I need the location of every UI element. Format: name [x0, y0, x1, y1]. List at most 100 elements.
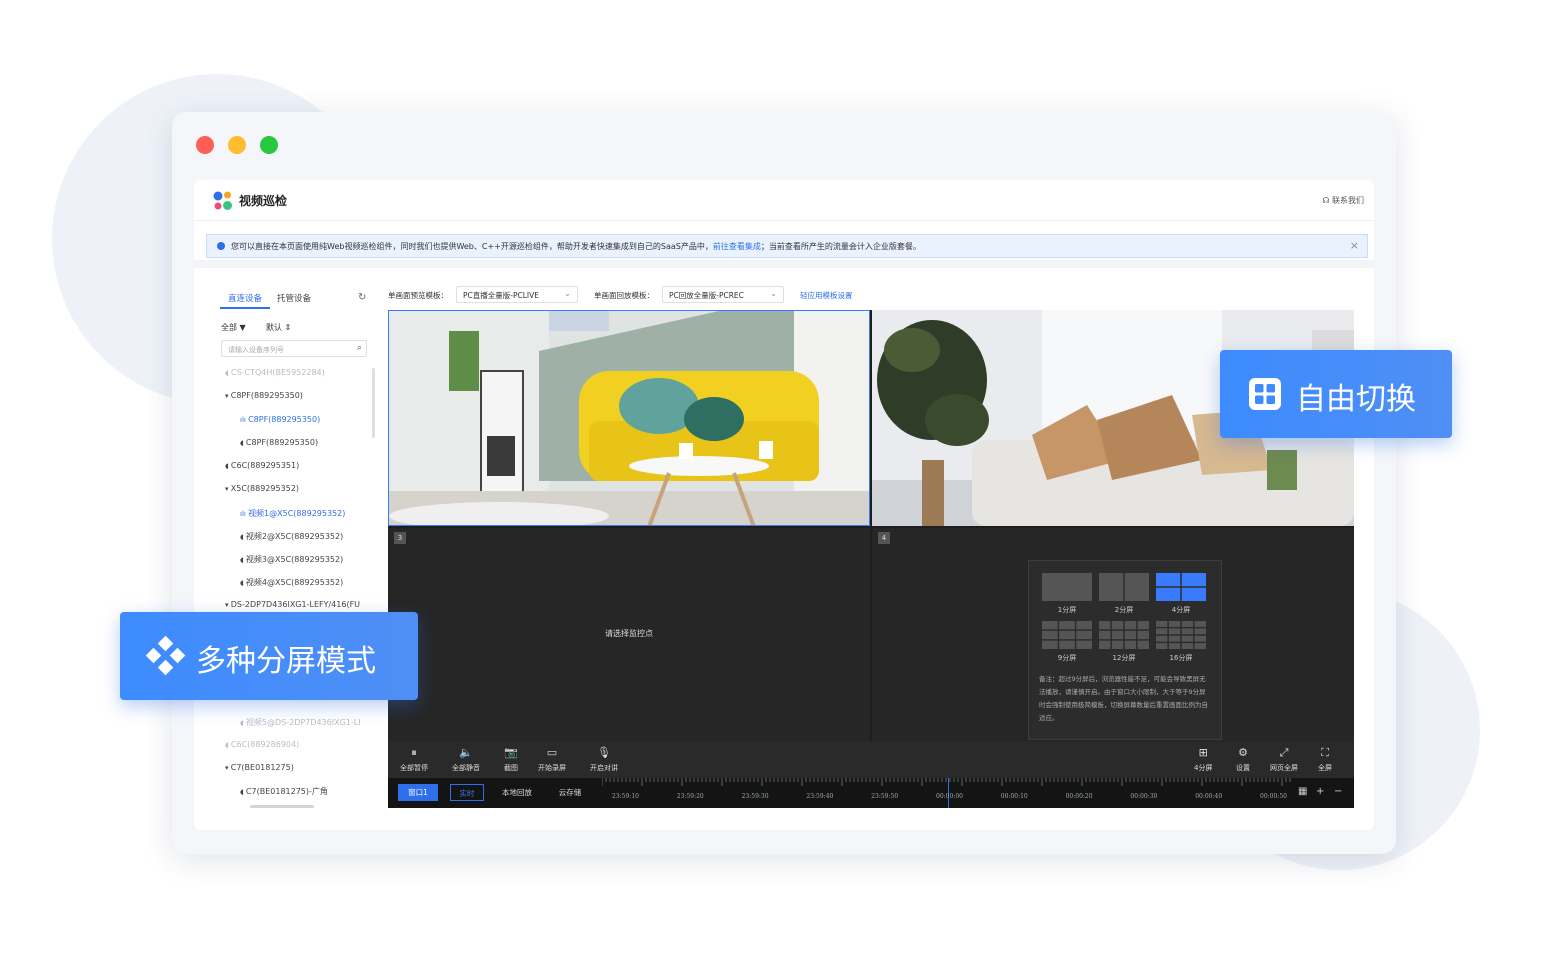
device-tree-item[interactable]: ▾ X5C(889295352) [225, 484, 299, 493]
timeline-time-label: 00:00:20 [1065, 793, 1093, 800]
sort-icon: ⇕ [284, 323, 292, 332]
video-cell-1[interactable] [388, 310, 870, 526]
camera-button[interactable]: 📷 截图 [504, 746, 518, 773]
toolbar-label: 开始录屏 [538, 764, 566, 772]
cloud-storage-button[interactable]: 云存储 [550, 784, 590, 801]
device-tree-item[interactable]: ◖ 视频2@X5C(889295352) [240, 531, 343, 542]
settings-button[interactable]: ⚙ 设置 [1236, 746, 1250, 773]
timeline-time-label: 23:59:10 [612, 793, 639, 800]
close-icon[interactable]: × [1350, 239, 1359, 252]
template-settings-bar: 单画面预览模板： PC直播全量版-PCLIVE ⌄ 单画面回放模板： PC回放全量… [388, 286, 1358, 304]
split-screen-button[interactable]: ⊞ 4分屏 [1194, 746, 1212, 773]
toolbar-label: 4分屏 [1194, 764, 1213, 772]
device-tree-item[interactable]: ▾ DS-2DP7D436IXG1-LEFY/416(FU [225, 600, 360, 609]
device-tree-item[interactable]: ılı 视频1@X5C(889295352) [240, 508, 345, 519]
device-sidebar: 直连设备 托管设备 ↻ 全部 ▼ 默认 ⇕ 请输入设备序列号 ⌕ ◖ CS-CT… [206, 272, 375, 822]
speaker-icon: 🔈 [459, 746, 473, 759]
device-search-input[interactable]: 请输入设备序列号 ⌕ [221, 340, 367, 357]
info-notice: 您可以直接在本页面使用纯Web视频巡检组件，同时我们也提供Web、C++开源巡检… [206, 234, 1368, 258]
device-tree-item[interactable]: ◖ CS-CTQ4H(BE5952284) [225, 368, 325, 377]
device-tree-item[interactable]: ◖ 视频5@DS-2DP7D436IXG1-LI [240, 717, 361, 728]
local-playback-button[interactable]: 本地回放 [494, 784, 540, 801]
refresh-icon[interactable]: ↻ [358, 292, 366, 303]
device-tree-item[interactable]: ◖ C6C(889286904) [225, 740, 299, 749]
camera-icon: 📷 [504, 746, 518, 759]
playback-template-select[interactable]: PC回放全量版-PCREC ⌄ [662, 286, 784, 303]
timeline-time-label: 00:00:50 [1260, 793, 1287, 800]
browser-window: 视频巡检 ☊ 联系我们 您可以直接在本页面使用纯Web视频巡检组件，同时我们也提… [172, 112, 1396, 854]
preview-template-label: 单画面预览模板： [388, 291, 448, 300]
app-page: 视频巡检 ☊ 联系我们 您可以直接在本页面使用纯Web视频巡检组件，同时我们也提… [194, 180, 1374, 830]
live-signal-icon: ılı [240, 416, 249, 424]
window-zoom-button[interactable] [260, 136, 278, 154]
tab-direct-devices[interactable]: 直连设备 [228, 292, 262, 304]
speaker-button[interactable]: 🔈 全部静音 [452, 746, 480, 773]
light-app-template-link[interactable]: 轻应用模板设置 [800, 290, 853, 301]
device-label: 视频4@X5C(889295352) [245, 578, 344, 587]
split-modes-badge: 多种分屏模式 [120, 612, 418, 700]
device-tree-item[interactable]: ◖ 视频3@X5C(889295352) [240, 554, 343, 565]
device-tree-item[interactable]: ◖ C8PF(889295350) [240, 438, 318, 447]
live-mode-button[interactable]: 实时 [450, 784, 484, 801]
timeline-time-label: 23:59:40 [806, 793, 834, 800]
mic-icon: 🎙 [597, 746, 611, 759]
video-icon: ▭ [546, 746, 558, 759]
window-select-button[interactable]: 窗口1 [398, 784, 438, 801]
device-label: 视频2@X5C(889295352) [245, 532, 344, 541]
app-header: 视频巡检 ☊ 联系我们 [194, 180, 1374, 221]
sort-default-dropdown[interactable]: 默认 ⇕ [266, 322, 291, 333]
device-tree-item[interactable]: ◖ C6C(889295351) [225, 461, 299, 470]
toolbar-label: 全部暂停 [400, 764, 428, 772]
filter-all-dropdown[interactable]: 全部 ▼ [221, 322, 246, 333]
tab-hosted-devices[interactable]: 托管设备 [277, 292, 311, 304]
device-tree-item[interactable]: ▾ C7(BE0181275) [225, 763, 294, 772]
timeline-time-label: 23:59:30 [741, 793, 769, 800]
video-cell-4[interactable]: 4 1分屏 2分屏 4分屏 9分屏 12分屏 16分屏 备注：超过9分屏后，浏览器性能不足… [872, 528, 1354, 742]
playback-template-value: PC回放全量版-PCREC [669, 291, 744, 300]
expand-button[interactable]: ⤢ 网页全屏 [1270, 746, 1298, 773]
notice-text-before: 您可以直接在本页面使用纯Web视频巡检组件，同时我们也提供Web、C++开源巡检… [231, 242, 713, 251]
device-label: 视频5@DS-2DP7D436IXG1-LI [245, 718, 361, 727]
section-divider [194, 260, 1374, 268]
video-cell-3[interactable]: 3 请选择监控点 [388, 528, 870, 742]
toolbar-label: 设置 [1236, 764, 1250, 772]
time-ruler[interactable]: 23:59:10 23:59:20 23:59:30 23:59:40 23:59:50… [602, 778, 1294, 808]
filter-icon: ▼ [239, 323, 246, 332]
device-tree-item[interactable]: ılı C8PF(889295350) [240, 415, 320, 424]
select-monitor-point-text: 请选择监控点 [605, 629, 653, 638]
diamond-grid-icon [146, 636, 186, 676]
device-label: C8PF(889295350) [248, 415, 321, 424]
sidebar-scrollbar[interactable] [372, 368, 375, 438]
device-label: C7(BE0181275) [230, 763, 294, 772]
device-tree-item[interactable]: ◖ 视频4@X5C(889295352) [240, 577, 343, 588]
device-tree-item[interactable]: ▾ C8PF(889295350) [225, 391, 303, 400]
device-label: DS-2DP7D436IXG1-LEFY/416(FU [230, 600, 361, 609]
window-minimize-button[interactable] [228, 136, 246, 154]
grid-icon [1249, 378, 1281, 410]
zoom-out-icon[interactable]: − [1334, 786, 1342, 797]
zoom-in-icon[interactable]: + [1316, 786, 1324, 797]
video-player: 3 请选择监控点 4 1分屏 2分屏 4分屏 9分屏 12分屏 16分屏 备注：超过9分屏… [388, 310, 1354, 808]
calendar-icon[interactable]: ▦ [1298, 786, 1307, 797]
chevron-down-icon: ⌄ [770, 289, 777, 298]
device-tree-item[interactable]: ◖ C7(BE0181275)-广角 [240, 786, 328, 797]
toolbar-label: 截图 [504, 764, 518, 772]
layout-grid-icon [1099, 621, 1149, 649]
search-icon[interactable]: ⌕ [357, 343, 362, 353]
video-button[interactable]: ▭ 开始录屏 [538, 746, 566, 773]
window-close-button[interactable] [196, 136, 214, 154]
pause-button[interactable]: ⏸ 全部暂停 [400, 746, 428, 773]
free-switch-badge: 自由切换 [1220, 350, 1452, 438]
mic-button[interactable]: 🎙 开启对讲 [590, 746, 618, 773]
fullscreen-button[interactable]: ⛶ 全屏 [1318, 746, 1332, 773]
app-title: 视频巡检 [239, 194, 288, 208]
timeline-time-label: 00:00:00 [936, 793, 963, 800]
toolbar-label: 网页全屏 [1270, 764, 1298, 772]
layout-grid-icon [1042, 621, 1092, 649]
contact-us-link[interactable]: ☊ 联系我们 [1322, 195, 1364, 206]
filter-all-label: 全部 [221, 323, 237, 332]
sidebar-horizontal-scrollbar[interactable] [250, 805, 314, 808]
timeline-time-label: 00:00:30 [1130, 793, 1158, 800]
notice-link[interactable]: 前往查看集成 [713, 242, 761, 251]
preview-template-select[interactable]: PC直播全量版-PCLIVE ⌄ [456, 286, 578, 303]
